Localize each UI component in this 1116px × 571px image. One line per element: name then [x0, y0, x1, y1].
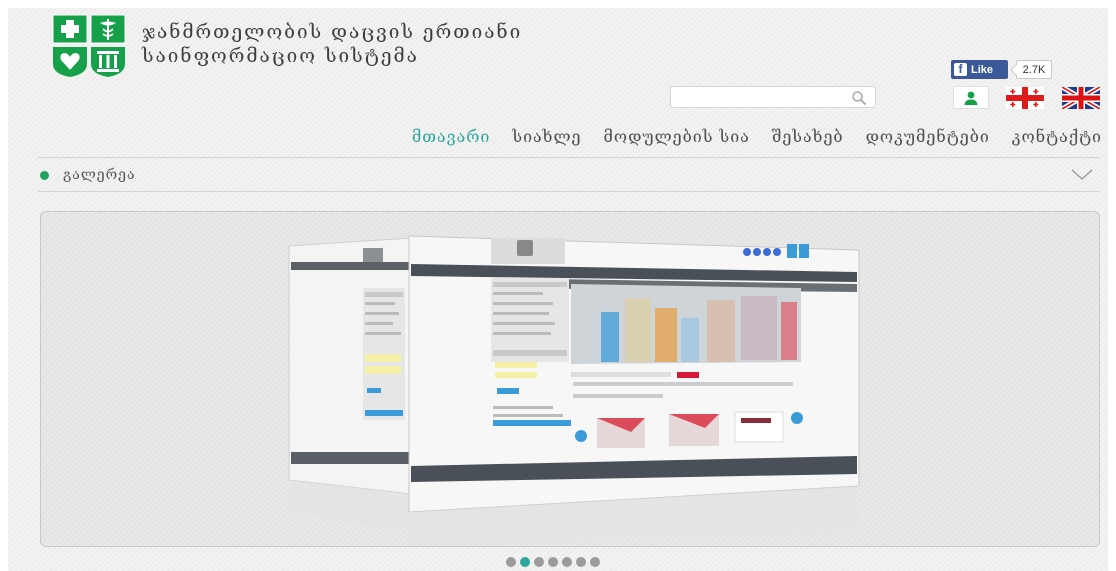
main-nav: მთავარი სიახლე მოდულების სია შესახებ დოკ… [412, 127, 1102, 146]
gallery-slider[interactable] [40, 211, 1100, 547]
site-title[interactable]: ჯანმრთელობის დაცვის ერთიანი საინფორმაციო… [142, 20, 522, 68]
slider-dot[interactable] [506, 557, 516, 567]
bullet-dot-icon [40, 170, 49, 180]
nav-item-about[interactable]: შესახებ [772, 127, 844, 146]
georgian-flag-icon[interactable] [1006, 87, 1044, 109]
slider-dot[interactable] [534, 557, 544, 567]
slider-dot[interactable] [548, 557, 558, 567]
facebook-icon: f [954, 63, 967, 76]
slide-screenshot-front [408, 235, 860, 546]
slider-dot[interactable] [562, 557, 572, 567]
gallery-header[interactable]: გალერეა [38, 158, 1100, 192]
gallery-label: გალერეა [63, 167, 136, 183]
nav-item-home[interactable]: მთავარი [412, 127, 491, 146]
search-input[interactable] [671, 88, 841, 109]
slider-pagination [506, 557, 600, 567]
nav-item-contact[interactable]: კონტაქტი [1012, 127, 1102, 146]
search-box [670, 86, 876, 109]
nav-item-news[interactable]: სიახლე [512, 127, 581, 146]
divider [38, 191, 1100, 192]
facebook-like-button[interactable]: f Like [951, 60, 1008, 79]
nav-item-modules[interactable]: მოდულების სია [604, 127, 750, 146]
slider-dot-active[interactable] [520, 557, 530, 567]
uk-flag-icon[interactable] [1062, 87, 1100, 109]
slide-image [288, 235, 860, 546]
nav-item-documents[interactable]: დოკუმენტები [866, 127, 990, 146]
slider-dot[interactable] [576, 557, 586, 567]
user-login-button[interactable] [953, 86, 989, 109]
slide-screenshot-back [288, 237, 412, 532]
site-title-line1: ჯანმრთელობის დაცვის ერთიანი [142, 21, 523, 43]
site-title-line2: საინფორმაციო სისტემა [142, 45, 419, 67]
slider-dot[interactable] [590, 557, 600, 567]
chevron-down-icon[interactable] [1070, 168, 1094, 182]
logo-emblem[interactable] [52, 14, 126, 78]
user-icon [964, 91, 978, 105]
search-icon[interactable] [851, 90, 867, 106]
facebook-like-count: 2.7K [1016, 60, 1052, 79]
facebook-like-label: Like [971, 63, 994, 76]
